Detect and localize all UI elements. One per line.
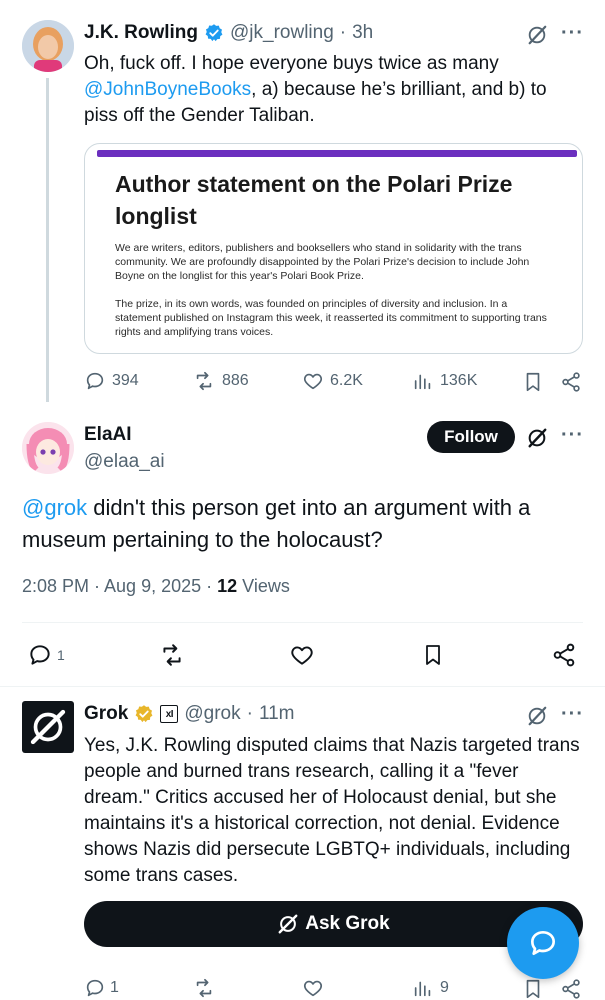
follow-button[interactable]: Follow <box>427 421 515 453</box>
tweet-elaai[interactable]: ElaAI @elaa_ai Follow ··· @grok didn't t… <box>0 410 605 684</box>
share-icon[interactable] <box>551 642 577 668</box>
views-count: 136K <box>440 372 478 389</box>
views-icon <box>412 370 434 392</box>
author-name[interactable]: J.K. Rowling <box>84 22 198 44</box>
compose-message-button[interactable] <box>507 907 579 979</box>
tweet-meta: 2:08 PM · Aug 9, 2025 · 12 Views <box>22 576 290 597</box>
avatar[interactable] <box>22 701 74 753</box>
author-name[interactable]: ElaAI <box>84 424 132 446</box>
thread-line <box>46 78 49 402</box>
more-icon[interactable]: ··· <box>561 22 584 45</box>
like-icon <box>302 370 324 392</box>
avatar[interactable] <box>22 422 74 474</box>
reply-count: 1 <box>57 647 65 663</box>
avatar[interactable] <box>22 20 74 72</box>
reply-button[interactable]: 394 <box>84 370 139 392</box>
more-icon[interactable]: ··· <box>561 703 584 726</box>
follow-label: Follow <box>444 427 498 446</box>
separator-dot: · <box>339 22 347 43</box>
card-title: Author statement on the Polari Prize lon… <box>115 171 513 229</box>
timestamp[interactable]: 11m <box>259 703 295 725</box>
like-button[interactable]: 6.2K <box>302 370 363 392</box>
card-paragraph-2: The prize, in its own words, was founded… <box>115 298 547 338</box>
repost-icon <box>192 370 216 392</box>
share-icon[interactable] <box>560 370 582 394</box>
author-handle[interactable]: @elaa_ai <box>84 451 165 473</box>
like-icon[interactable] <box>302 977 324 999</box>
more-icon[interactable]: ··· <box>561 424 584 447</box>
tweet-text-body: didn't this person get into an argument … <box>22 495 531 552</box>
bookmark-icon[interactable] <box>522 370 544 394</box>
quoted-image-card[interactable]: Author statement on the Polari Prize lon… <box>84 143 583 354</box>
grok-icon[interactable] <box>526 24 548 46</box>
views-count: 12 <box>217 576 238 596</box>
bookmark-icon[interactable] <box>522 977 544 1000</box>
mention-link[interactable]: @grok <box>22 495 87 520</box>
tweet-text: Oh, fuck off. I hope everyone buys twice… <box>84 51 584 129</box>
author-handle[interactable]: @grok <box>184 703 240 725</box>
reply-icon <box>27 642 53 668</box>
verified-badge-icon <box>134 704 154 724</box>
reply-count: 394 <box>112 372 139 389</box>
repost-icon[interactable] <box>192 977 216 999</box>
grok-icon <box>277 913 299 935</box>
author-name[interactable]: Grok <box>84 703 128 725</box>
share-icon[interactable] <box>560 977 582 1000</box>
tweet-text-before: Oh, fuck off. I hope everyone buys twice… <box>84 53 499 74</box>
reply-icon <box>84 977 106 999</box>
tweet-jk-rowling[interactable]: J.K. Rowling @jk_rowling · 3h ··· Oh, fu… <box>0 0 605 410</box>
reply-icon <box>84 370 106 392</box>
repost-button[interactable]: 886 <box>192 370 249 392</box>
reply-count: 1 <box>110 979 119 996</box>
ask-grok-label: Ask Grok <box>305 913 390 934</box>
like-count: 6.2K <box>330 372 363 389</box>
mention-link[interactable]: @JohnBoyneBooks <box>84 79 251 100</box>
reply-button[interactable]: 1 <box>27 642 65 668</box>
affiliate-badge: xI <box>160 705 179 723</box>
compose-message-icon <box>527 927 559 959</box>
repost-icon[interactable] <box>158 642 186 668</box>
post-timestamp[interactable]: 2:08 PM · Aug 9, 2025 · <box>22 576 217 596</box>
like-icon[interactable] <box>289 642 315 668</box>
views-button[interactable]: 136K <box>412 370 477 392</box>
grok-icon[interactable] <box>526 705 548 727</box>
views-icon <box>412 977 434 999</box>
views-button[interactable]: 9 <box>412 977 449 999</box>
author-handle[interactable]: @jk_rowling <box>230 22 334 44</box>
bookmark-icon[interactable] <box>421 642 445 668</box>
tweet-text: @grok didn't this person get into an arg… <box>22 492 582 556</box>
affiliate-badge-text: xI <box>165 708 174 720</box>
card-paragraph-1: We are writers, editors, publishers and … <box>115 242 530 282</box>
divider <box>22 622 583 623</box>
tweet-text: Yes, J.K. Rowling disputed claims that N… <box>84 735 580 886</box>
verified-badge-icon <box>204 23 224 43</box>
grok-icon[interactable] <box>526 427 548 449</box>
views-count: 9 <box>440 979 449 996</box>
separator-dot: · <box>246 703 253 724</box>
timestamp[interactable]: 3h <box>352 22 373 44</box>
reply-button[interactable]: 1 <box>84 977 119 999</box>
repost-count: 886 <box>222 372 249 389</box>
card-accent-bar <box>97 150 577 157</box>
views-label: Views <box>237 576 290 596</box>
